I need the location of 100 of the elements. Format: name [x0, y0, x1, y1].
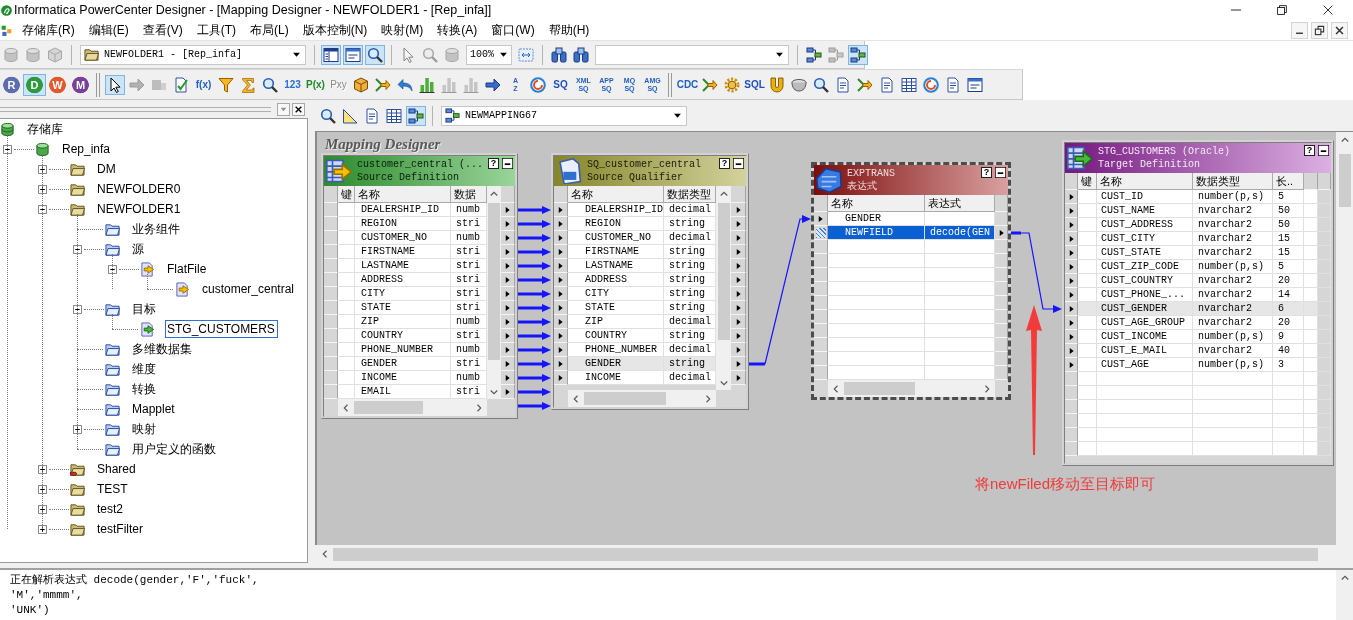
- tree-item[interactable]: 源: [130, 240, 147, 258]
- link-arrow[interactable]: [518, 318, 551, 326]
- close-icon[interactable]: [1323, 5, 1333, 15]
- port-icon[interactable]: [504, 303, 511, 312]
- horizontal-scrollbar[interactable]: [828, 380, 995, 397]
- port-icon[interactable]: [504, 289, 511, 298]
- scrollbar-thumb[interactable]: [333, 547, 1318, 561]
- window-icon[interactable]: [343, 44, 363, 65]
- table-row[interactable]: CUST_ZIP_CODE number(p,s) 5: [1065, 260, 1331, 274]
- search-icon[interactable]: [365, 44, 385, 65]
- close-icon[interactable]: [292, 102, 305, 116]
- table-row[interactable]: STATE stri: [324, 301, 487, 315]
- port-icon[interactable]: [734, 233, 742, 242]
- table-row[interactable]: CUSTOMER_NO numb: [324, 231, 487, 245]
- table-row[interactable]: ZIP decimal: [554, 315, 716, 329]
- table-row[interactable]: CUST_STATE nvarchar2 15: [1065, 246, 1331, 260]
- port-icon[interactable]: [557, 359, 564, 368]
- row-selector-icon[interactable]: [815, 227, 826, 238]
- ring-icon[interactable]: [923, 76, 939, 93]
- caret-icon[interactable]: [775, 50, 784, 59]
- chevron-right-icon[interactable]: [475, 403, 483, 412]
- flow-icon[interactable]: [806, 46, 822, 63]
- port-icon[interactable]: [1067, 206, 1075, 215]
- chevron-up-icon[interactable]: [490, 190, 498, 198]
- port-icon[interactable]: [557, 345, 564, 354]
- table-row[interactable]: FIRSTNAME string: [554, 245, 716, 259]
- table-row[interactable]: GENDER stri: [324, 357, 487, 371]
- expression-table[interactable]: EXPTRANS 表达式 ? 名称 表达式 GENDER NEWFIELD decode(GEN: [811, 162, 1011, 400]
- table-row[interactable]: CUST_ID number(p,s) 5: [1065, 190, 1331, 204]
- port-icon[interactable]: [1067, 290, 1075, 299]
- sigma-icon[interactable]: [240, 76, 256, 93]
- merge-arrow-icon[interactable]: [702, 76, 718, 93]
- tree-item[interactable]: NEWFOLDER0: [95, 180, 184, 198]
- tree-item[interactable]: Shared: [95, 460, 139, 478]
- scrollbar-thumb[interactable]: [844, 382, 915, 395]
- panel-icon[interactable]: [321, 44, 341, 65]
- link-arrow[interactable]: [518, 402, 551, 410]
- port-icon[interactable]: [557, 275, 564, 284]
- cup-icon[interactable]: [791, 76, 807, 93]
- table-row[interactable]: CUST_GENDER nvarchar2 6: [1065, 302, 1331, 316]
- port-icon[interactable]: [557, 331, 564, 340]
- table-row[interactable]: LASTNAME stri: [324, 259, 487, 273]
- vertical-scrollbar[interactable]: [716, 186, 731, 390]
- menu-item[interactable]: 存储库(R): [15, 21, 82, 39]
- collapse-icon[interactable]: [3, 144, 12, 154]
- port-icon[interactable]: [557, 261, 564, 270]
- collapse-icon[interactable]: [73, 304, 82, 314]
- port-icon[interactable]: [504, 359, 511, 368]
- port-icon[interactable]: [734, 289, 742, 298]
- help-button[interactable]: ?: [488, 158, 499, 169]
- table-row[interactable]: CUST_NAME nvarchar2 50: [1065, 204, 1331, 218]
- link-arrow[interactable]: [518, 360, 551, 368]
- merge-arrow-icon[interactable]: [375, 76, 391, 93]
- port-icon[interactable]: [504, 275, 511, 284]
- search-icon[interactable]: [262, 76, 278, 93]
- menu-item[interactable]: 映射(M): [374, 21, 431, 39]
- expand-icon[interactable]: [38, 484, 47, 494]
- port-icon[interactable]: [504, 219, 511, 228]
- port-icon[interactable]: [1067, 234, 1075, 243]
- menu-item[interactable]: 转换(A): [430, 21, 485, 39]
- help-button[interactable]: ?: [1304, 145, 1315, 156]
- link-arrow[interactable]: [1011, 231, 1062, 313]
- tree-item[interactable]: 转换: [130, 380, 159, 398]
- menu-item[interactable]: 编辑(E): [81, 21, 136, 39]
- funnel-icon[interactable]: [218, 76, 234, 93]
- port-icon[interactable]: [734, 359, 742, 368]
- scrollbar-thumb[interactable]: [488, 203, 500, 360]
- table-row[interactable]: REGION stri: [324, 217, 487, 231]
- table-row[interactable]: CITY stri: [324, 287, 487, 301]
- window-icon[interactable]: [967, 76, 983, 93]
- restore-icon[interactable]: [1277, 5, 1287, 15]
- port-icon[interactable]: [504, 317, 511, 326]
- port-icon[interactable]: [734, 303, 742, 312]
- mapping-select[interactable]: NEWMAPPING67: [441, 105, 687, 126]
- link-arrow[interactable]: [518, 304, 551, 312]
- table-row[interactable]: CITY string: [554, 287, 716, 301]
- port-icon[interactable]: [557, 205, 564, 214]
- tree-item[interactable]: NEWFOLDER1: [95, 200, 184, 218]
- table-row[interactable]: CUST_AGE_GROUP nvarchar2 20: [1065, 316, 1331, 330]
- link-arrow[interactable]: [518, 234, 551, 242]
- table-row[interactable]: CUST_INCOME number(p,s) 9: [1065, 330, 1331, 344]
- caret-icon[interactable]: [292, 50, 301, 59]
- chevron-up-icon[interactable]: [1340, 574, 1349, 582]
- qualifier-table[interactable]: [551, 153, 749, 410]
- port-icon[interactable]: [1067, 276, 1075, 285]
- link-arrow[interactable]: [518, 220, 551, 228]
- port-icon[interactable]: [504, 387, 511, 396]
- chevron-left-icon[interactable]: [572, 394, 580, 403]
- tool-button[interactable]: f(x): [192, 73, 215, 96]
- table-row[interactable]: COUNTRY stri: [324, 329, 487, 343]
- curved-arrow-icon[interactable]: [397, 76, 413, 93]
- link-arrow[interactable]: [518, 248, 551, 256]
- binoculars-icon[interactable]: [573, 46, 589, 63]
- table-row[interactable]: DEALERSHIP_ID numb: [324, 203, 487, 217]
- tree-item[interactable]: 多维数据集: [130, 340, 195, 358]
- tree-item[interactable]: STG_CUSTOMERS: [165, 320, 278, 338]
- horseshoe-icon[interactable]: [769, 76, 785, 93]
- expand-icon[interactable]: [38, 164, 47, 174]
- scrollbar-thumb[interactable]: [1338, 154, 1351, 207]
- expand-icon[interactable]: [73, 424, 82, 434]
